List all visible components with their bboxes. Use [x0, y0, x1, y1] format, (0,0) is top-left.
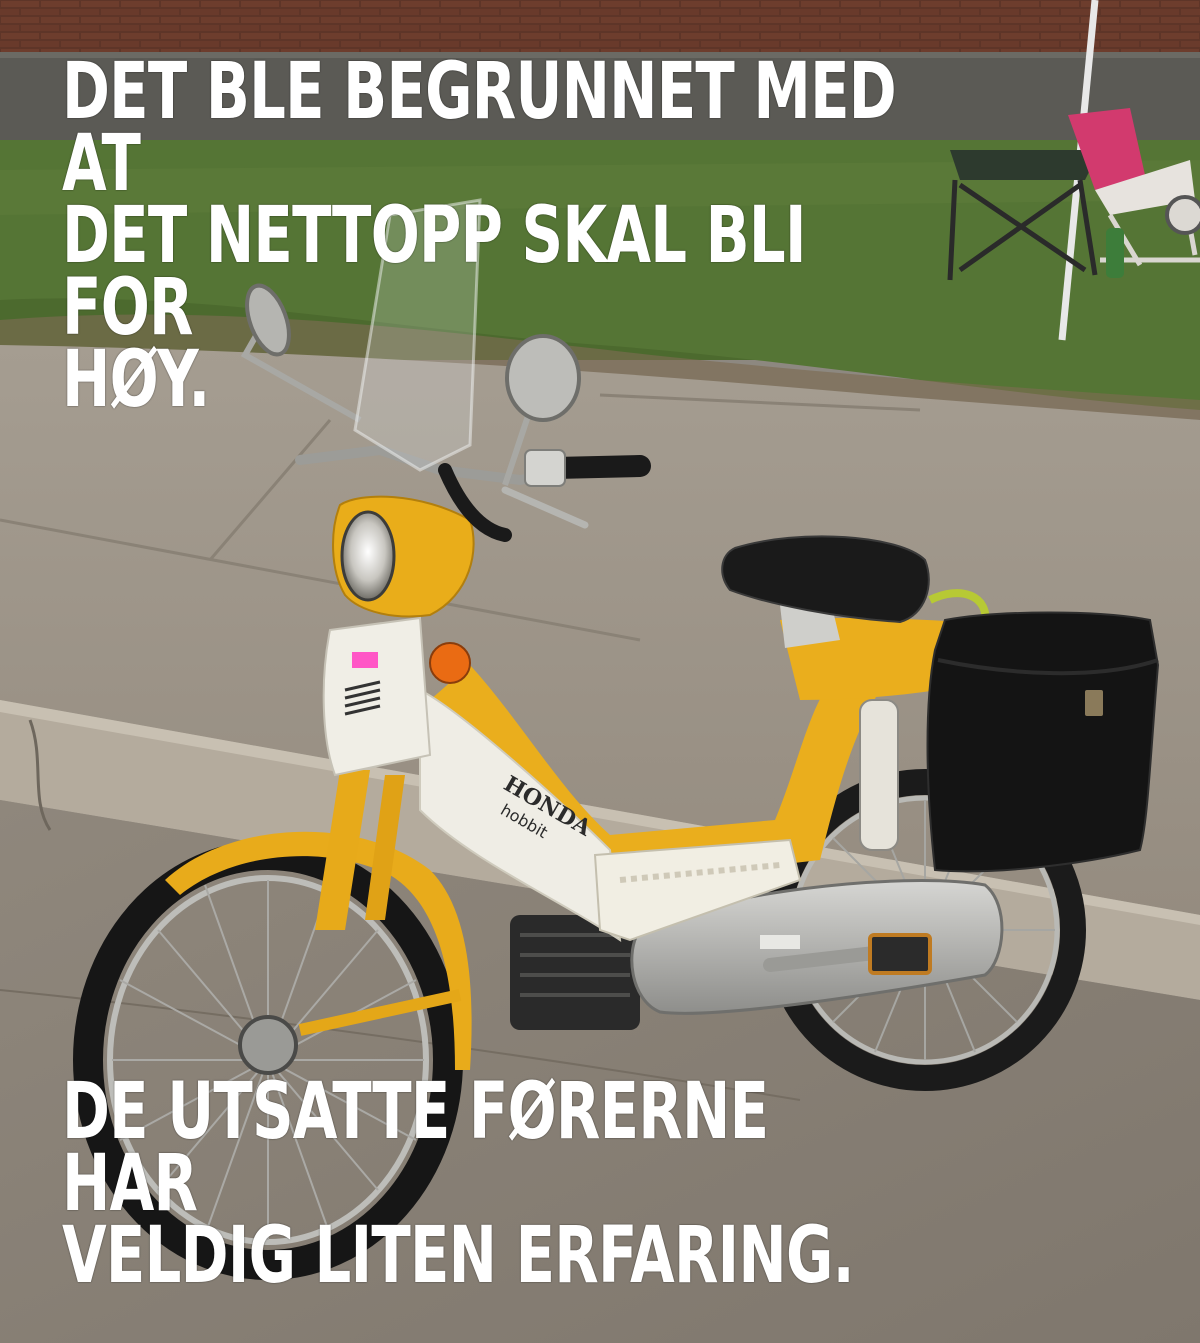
headlight — [340, 510, 396, 602]
top-caption: DET BLE BEGRUNNET MED AT DET NETTOPP SKAL… — [62, 53, 904, 419]
top-caption-line: DET NETTOPP SKAL BLI FOR — [62, 191, 806, 353]
bottom-caption-line: VELDIG LITEN ERFARING. — [62, 1211, 855, 1301]
brick-wall — [0, 0, 1200, 52]
top-caption-line: HØY. — [62, 335, 210, 425]
pedal — [868, 933, 932, 975]
front-panel — [322, 616, 432, 777]
indicator-light — [429, 642, 471, 684]
top-caption-line: DET BLE BEGRUNNET MED AT — [62, 47, 897, 209]
bottom-caption: DE UTSATTE FØRERNE HAR VELDIG LITEN ERFAR… — [62, 1073, 904, 1295]
bottom-caption-line: DE UTSATTE FØRERNE HAR — [62, 1067, 769, 1229]
saddlebag — [926, 611, 1160, 873]
